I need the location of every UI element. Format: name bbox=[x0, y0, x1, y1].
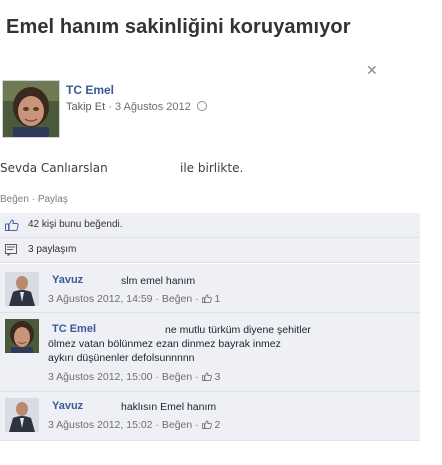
comment-author[interactable]: Yavuz bbox=[52, 274, 83, 286]
commenter-avatar[interactable] bbox=[5, 319, 39, 353]
globe-icon bbox=[196, 101, 207, 111]
comment-author[interactable]: TC Emel bbox=[52, 323, 96, 335]
comment-like-link[interactable]: Beğen bbox=[162, 293, 192, 305]
follow-button[interactable]: Takip Et bbox=[66, 101, 105, 113]
tagged-person-link[interactable]: Sevda Canlıarslan bbox=[0, 161, 108, 175]
poster-name[interactable]: TC Emel bbox=[66, 83, 114, 97]
comment-timestamp[interactable]: 3 Ağustos 2012, 14:59 bbox=[48, 293, 153, 305]
with-text: ile birlikte. bbox=[180, 161, 244, 175]
shares-count-text[interactable]: 3 paylaşım bbox=[28, 244, 76, 255]
likes-count-text[interactable]: 42 kişi bunu beğendi. bbox=[28, 219, 123, 230]
meta-separator: · bbox=[108, 101, 112, 113]
comment-meta: 3 Ağustos 2012, 15:02 · Beğen · 2 bbox=[48, 419, 221, 431]
comment: Yavuz haklısın Emel hanım 3 Ağustos 2012… bbox=[0, 392, 420, 441]
thumbs-up-icon bbox=[201, 294, 212, 303]
close-icon[interactable]: ✕ bbox=[366, 63, 378, 79]
share-icon bbox=[5, 244, 17, 256]
comment-meta: 3 Ağustos 2012, 15:00 · Beğen · 3 bbox=[48, 371, 221, 383]
comment-author[interactable]: Yavuz bbox=[52, 400, 83, 412]
comment-timestamp[interactable]: 3 Ağustos 2012, 15:02 bbox=[48, 419, 153, 431]
shares-row: 3 paylaşım bbox=[0, 238, 420, 263]
commenter-avatar[interactable] bbox=[5, 272, 39, 306]
like-action[interactable]: Beğen bbox=[0, 194, 29, 205]
comment-like-count[interactable]: 2 bbox=[215, 419, 221, 431]
thumbs-up-icon bbox=[201, 372, 212, 381]
comment-like-link[interactable]: Beğen bbox=[162, 371, 192, 383]
comment-meta: 3 Ağustos 2012, 14:59 · Beğen · 1 bbox=[48, 293, 221, 305]
headline: Emel hanım sakinliğini koruyamıyor bbox=[6, 16, 351, 38]
comment-text-line2: ölmez vatan bölünmez ezan dinmez bayrak … bbox=[48, 338, 281, 350]
comment-text: slm emel hanım bbox=[121, 275, 196, 287]
thumbs-up-icon bbox=[201, 420, 212, 429]
likes-row: 42 kişi bunu beğendi. bbox=[0, 213, 420, 238]
poster-avatar[interactable] bbox=[2, 80, 60, 138]
post-meta: Takip Et · 3 Ağustos 2012 bbox=[66, 101, 207, 113]
comment-text: haklısın Emel hanım bbox=[121, 401, 217, 413]
thumbs-up-icon bbox=[5, 219, 19, 231]
comment: TC Emel ne mutlu türküm diyene şehitler … bbox=[0, 313, 420, 392]
comment-like-count[interactable]: 1 bbox=[215, 293, 221, 305]
comment-like-count[interactable]: 3 bbox=[215, 371, 221, 383]
comment-like-link[interactable]: Beğen bbox=[162, 419, 192, 431]
comment: Yavuz slm emel hanım 3 Ağustos 2012, 14:… bbox=[0, 264, 420, 313]
comment-text-line1: ne mutlu türküm diyene şehitler bbox=[165, 324, 311, 336]
comment-timestamp[interactable]: 3 Ağustos 2012, 15:00 bbox=[48, 371, 153, 383]
post-actions: Beğen · Paylaş bbox=[0, 194, 68, 205]
comment-text-line3: aykırı düşünenler defolsunnnnn bbox=[48, 352, 195, 364]
post-date[interactable]: 3 Ağustos 2012 bbox=[115, 101, 191, 113]
commenter-avatar[interactable] bbox=[5, 398, 39, 432]
share-action[interactable]: Paylaş bbox=[38, 194, 68, 205]
